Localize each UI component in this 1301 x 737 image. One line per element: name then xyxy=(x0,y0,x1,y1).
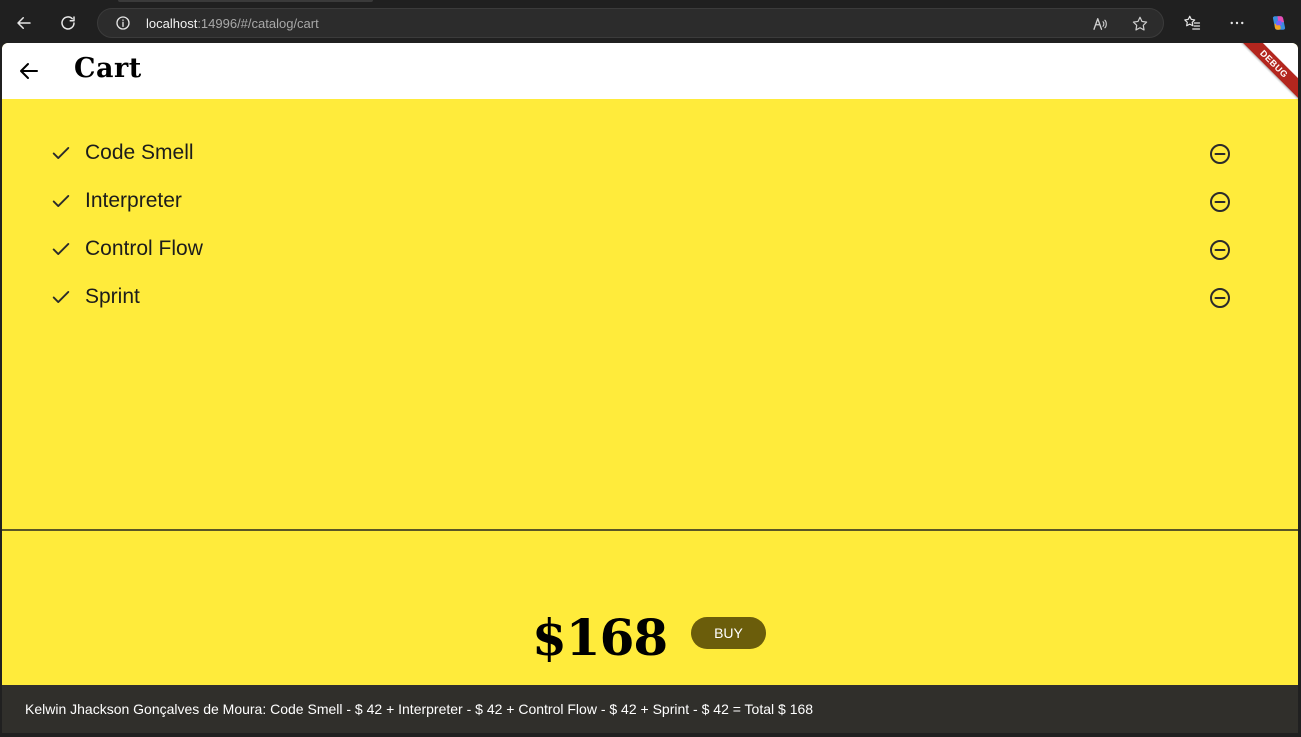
reload-icon xyxy=(61,16,75,30)
read-aloud-icon[interactable] xyxy=(1091,15,1109,33)
footer-bar: Kelwin Jhackson Gonçalves de Moura: Code… xyxy=(2,685,1298,733)
url-host: localhost xyxy=(146,16,198,31)
remove-circle-icon[interactable] xyxy=(1208,238,1232,262)
url-path: :14996/#/catalog/cart xyxy=(197,16,319,31)
list-item: Control Flow xyxy=(2,227,1298,275)
cart-item-name: Control Flow xyxy=(85,237,203,260)
favorites-button[interactable] xyxy=(1176,8,1208,38)
check-icon xyxy=(52,147,70,159)
cart-item-name: Interpreter xyxy=(85,189,182,212)
address-bar[interactable]: localhost:14996/#/catalog/cart xyxy=(97,8,1164,38)
star-icon[interactable] xyxy=(1131,15,1149,33)
check-icon xyxy=(52,195,70,207)
more-button[interactable] xyxy=(1221,8,1253,38)
app-viewport: Cart DEBUG Code Smell Interpreter Contro… xyxy=(2,43,1298,685)
list-item: Code Smell xyxy=(2,131,1298,179)
arrow-left-icon xyxy=(17,17,31,29)
app-bar: Cart DEBUG xyxy=(2,43,1298,105)
list-item: Sprint xyxy=(2,275,1298,323)
cart-item-name: Sprint xyxy=(85,285,140,308)
buy-button[interactable]: BUY xyxy=(691,617,766,649)
reload-button[interactable] xyxy=(52,8,84,38)
cart-item-name: Code Smell xyxy=(85,141,194,164)
back-nav-button[interactable] xyxy=(8,8,40,38)
remove-circle-icon[interactable] xyxy=(1208,286,1232,310)
remove-circle-icon[interactable] xyxy=(1208,142,1232,166)
check-icon xyxy=(52,291,70,303)
active-tab-indicator xyxy=(118,0,373,2)
info-icon[interactable] xyxy=(115,15,131,31)
more-dots-icon xyxy=(1230,21,1244,25)
divider xyxy=(2,529,1298,531)
browser-toolbar: localhost:14996/#/catalog/cart xyxy=(0,0,1301,44)
debug-banner: DEBUG xyxy=(1233,43,1298,105)
back-arrow-icon[interactable] xyxy=(17,59,41,83)
favorites-icon xyxy=(1184,15,1201,30)
remove-circle-icon[interactable] xyxy=(1208,190,1232,214)
page-title: Cart xyxy=(74,53,142,84)
check-icon xyxy=(52,243,70,255)
cart-list: Code Smell Interpreter Control Flow Spri… xyxy=(2,131,1298,323)
list-item: Interpreter xyxy=(2,179,1298,227)
url-text[interactable]: localhost:14996/#/catalog/cart xyxy=(146,16,319,31)
tab-strip xyxy=(0,0,1301,3)
cart-total: $168 xyxy=(532,608,668,667)
copilot-button[interactable] xyxy=(1263,8,1295,38)
footer-summary: Kelwin Jhackson Gonçalves de Moura: Code… xyxy=(25,701,814,717)
copilot-icon xyxy=(1272,16,1286,30)
